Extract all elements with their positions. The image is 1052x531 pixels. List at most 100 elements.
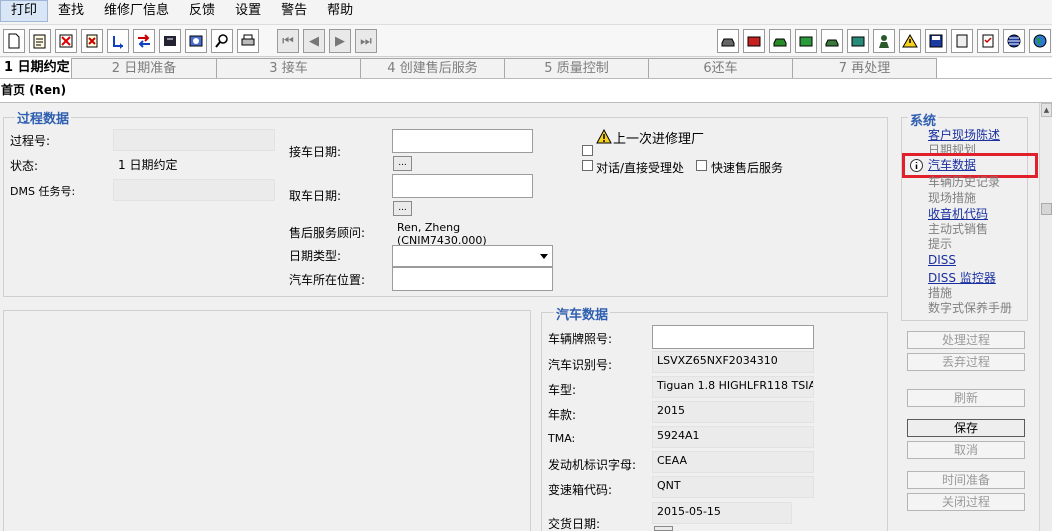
document-icon[interactable] (951, 29, 973, 53)
last-repair-label: 上一次进修理厂 (613, 132, 705, 147)
step-3[interactable]: 3 接车 (217, 58, 361, 78)
location-input[interactable] (392, 267, 553, 291)
time-prep-button[interactable]: 时间准备 (907, 471, 1025, 489)
menu-bar: 打印 查找 维修厂信息 反馈 设置 警告 帮助 (0, 0, 1052, 24)
diss-link[interactable]: DISS (928, 253, 956, 267)
model-value: Tiguan 1.8 HIGHLFR118 TSIA6F (652, 376, 814, 398)
advisor-label: 售后服务顾问: (289, 226, 366, 240)
advisor-value: Ren, Zheng (CNIM7430.000) (392, 218, 552, 247)
year-label: 年款: (548, 408, 577, 422)
cancel-button[interactable]: 取消 (907, 441, 1025, 459)
globe-icon[interactable] (1029, 29, 1051, 53)
book-red-icon[interactable] (743, 29, 765, 53)
delete-icon[interactable] (55, 29, 77, 53)
chevron-down-icon (540, 254, 548, 259)
menu-settings[interactable]: 设置 (225, 0, 271, 22)
menu-help[interactable]: 帮助 (317, 0, 363, 22)
first-icon[interactable]: ⏮ (277, 29, 299, 53)
home-bar: 首页 (Ren) (0, 79, 1052, 103)
close-process-button[interactable]: 关闭过程 (907, 493, 1025, 511)
car-green-small-icon[interactable] (821, 29, 843, 53)
menu-alerts[interactable]: 警告 (271, 0, 317, 22)
globe-stripes-icon[interactable] (1003, 29, 1025, 53)
menu-print[interactable]: 打印 (0, 0, 49, 22)
model-label: 车型: (548, 383, 577, 397)
transfer-icon[interactable] (133, 29, 155, 53)
date-type-label: 日期类型: (289, 249, 342, 263)
vin-value: LSVXZ65NXF2034310 (652, 351, 814, 373)
dms-label: DMS 任务号: (10, 185, 76, 198)
hints-link: 提示 (928, 237, 953, 251)
vertical-scrollbar[interactable]: ▲ (1039, 103, 1052, 531)
car-green-icon[interactable] (769, 29, 791, 53)
checklist-icon[interactable] (977, 29, 999, 53)
print-preview-icon[interactable] (185, 29, 207, 53)
person-icon[interactable] (873, 29, 895, 53)
field-measures-link: 现场措施 (928, 191, 977, 205)
refresh-button[interactable]: 刷新 (907, 389, 1025, 407)
scroll-up-icon[interactable]: ▲ (1041, 103, 1052, 117)
car-icon[interactable] (717, 29, 739, 53)
dms-field (113, 179, 275, 201)
gearbox-label: 变速箱代码: (548, 483, 613, 497)
book-icon[interactable] (159, 29, 181, 53)
save-disk-icon[interactable] (925, 29, 947, 53)
warning-icon (596, 128, 612, 148)
step-4[interactable]: 4 创建售后服务 (361, 58, 505, 78)
return-date-picker-button[interactable]: ... (393, 201, 412, 216)
delivery-date-picker-button[interactable] (654, 526, 673, 531)
location-label: 汽车所在位置: (289, 273, 366, 287)
last-repair-checkbox[interactable] (582, 145, 593, 156)
return-date-input[interactable] (392, 174, 533, 198)
process-number-label: 过程号: (10, 134, 51, 148)
book-teal-icon[interactable] (847, 29, 869, 53)
delivery-value: 2015-05-15 (652, 502, 792, 524)
printer-icon[interactable] (237, 29, 259, 53)
pickup-date-picker-button[interactable]: ... (393, 156, 412, 171)
plate-label: 车辆牌照号: (548, 332, 613, 346)
scroll-thumb[interactable] (1041, 203, 1052, 215)
engine-label: 发动机标识字母: (548, 458, 637, 472)
last-icon[interactable]: ⏭ (355, 29, 377, 53)
menu-workshop-info[interactable]: 维修厂信息 (94, 0, 179, 22)
empty-panel (3, 310, 531, 531)
save-button[interactable]: 保存 (907, 419, 1025, 437)
process-button[interactable]: 处理过程 (907, 331, 1025, 349)
process-data-title: 过程数据 (15, 108, 72, 127)
step-5[interactable]: 5 质量控制 (505, 58, 649, 78)
previous-icon[interactable]: ◀ (303, 29, 325, 53)
tma-value: 5924A1 (652, 426, 814, 448)
dialog-label: 对话/直接受理处 (596, 161, 685, 175)
return-date-label: 取车日期: (289, 189, 342, 203)
next-icon[interactable]: ▶ (329, 29, 351, 53)
menu-search[interactable]: 查找 (48, 0, 94, 22)
pickup-date-label: 接车日期: (289, 145, 342, 159)
step-7[interactable]: 7 再处理 (793, 58, 937, 78)
pickup-date-input[interactable] (392, 129, 533, 153)
plate-input[interactable] (652, 325, 814, 349)
step-1[interactable]: 1 日期约定 (0, 58, 72, 78)
return-icon[interactable] (107, 29, 129, 53)
home-label: 首页 (Ren) (1, 83, 67, 97)
step-2[interactable]: 2 日期准备 (72, 58, 217, 78)
step-6[interactable]: 6还车 (649, 58, 793, 78)
quick-service-checkbox[interactable] (696, 160, 707, 171)
notes-icon[interactable] (29, 29, 51, 53)
vin-label: 汽车识别号: (548, 358, 613, 372)
dialog-checkbox[interactable] (582, 160, 593, 171)
close-case-icon[interactable] (81, 29, 103, 53)
status-label: 状态: (10, 159, 39, 173)
engine-value: CEAA (652, 451, 814, 473)
book-green-icon[interactable] (795, 29, 817, 53)
delivery-label: 交货日期: (548, 517, 601, 531)
warning-icon[interactable] (899, 29, 921, 53)
zoom-icon[interactable] (211, 29, 233, 53)
new-document-icon[interactable] (3, 29, 25, 53)
status-value: 1 日期约定 (113, 153, 275, 175)
digital-maintenance-link: 数字式保养手册 (928, 301, 1013, 315)
date-type-select[interactable] (392, 245, 553, 267)
menu-feedback[interactable]: 反馈 (179, 0, 225, 22)
year-value: 2015 (652, 401, 814, 423)
discard-process-button[interactable]: 丢弃过程 (907, 353, 1025, 371)
vehicle-history-link: 车辆历史记录 (928, 175, 1001, 189)
